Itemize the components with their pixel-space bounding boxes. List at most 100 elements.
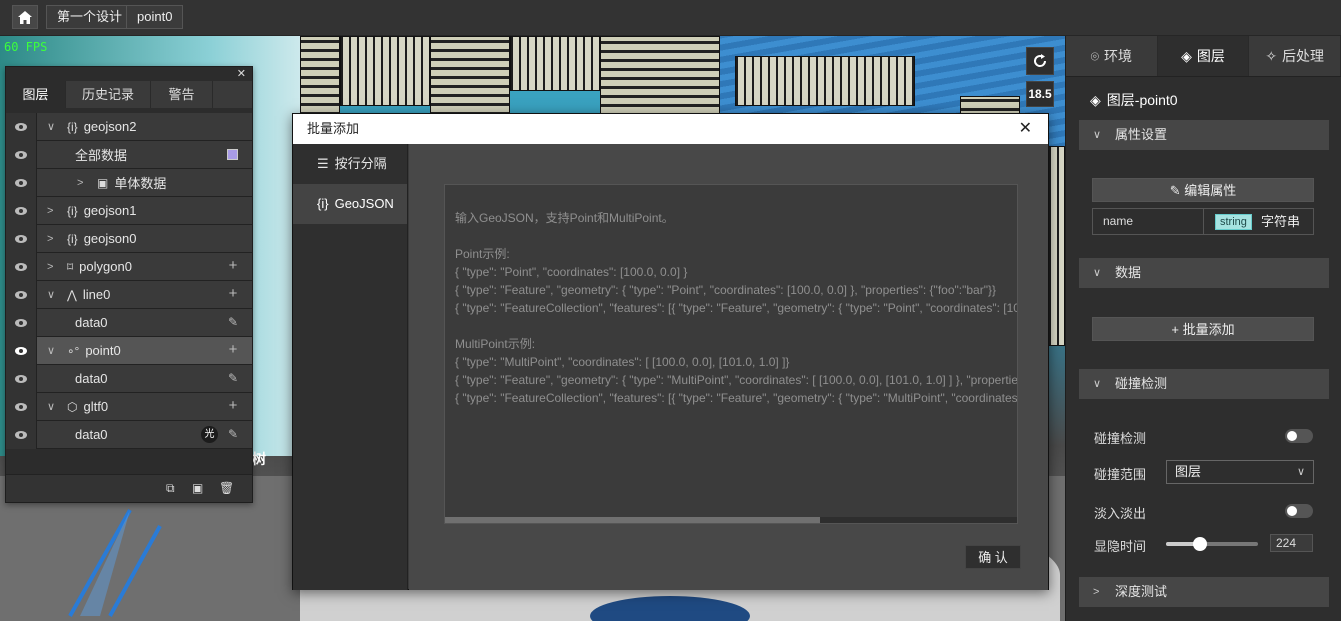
layer-row-polygon0[interactable]: > ⌑ polygon0 +	[6, 252, 252, 281]
tab-post-processing[interactable]: ✧ 后处理	[1249, 36, 1341, 76]
layer-label: data0	[75, 315, 108, 330]
layer-row-point0[interactable]: ∨ ∘° point0 +	[6, 336, 252, 365]
layer-row-point0-data0[interactable]: data0 ✎	[6, 364, 252, 393]
horizontal-scrollbar[interactable]	[445, 517, 1017, 523]
eye-icon[interactable]	[6, 196, 37, 225]
dialog-body: 输入GeoJSON，支持Point和MultiPoint。 Point示例: {…	[409, 144, 1048, 590]
eye-icon[interactable]	[6, 112, 37, 141]
color-swatch[interactable]	[227, 149, 238, 160]
layer-label: data0	[75, 427, 108, 442]
layer-label: geojson2	[83, 119, 137, 134]
layer-label: line0	[82, 287, 111, 302]
save-icon[interactable]: ▣	[192, 481, 203, 495]
fade-time-slider[interactable]	[1166, 537, 1258, 551]
button-label: 编辑属性	[1184, 183, 1237, 198]
chevron-right-icon[interactable]: >	[47, 205, 61, 217]
plus-icon: +	[1171, 322, 1179, 337]
tab-label: GeoJSON	[334, 196, 394, 211]
plus-icon[interactable]: +	[226, 286, 240, 301]
eye-icon[interactable]	[6, 336, 37, 365]
layer-label: geojson0	[83, 231, 137, 246]
reset-view-button[interactable]	[1026, 47, 1054, 75]
layer-row-geojson2[interactable]: ∨ {i} geojson2	[6, 112, 252, 141]
eye-icon[interactable]	[6, 224, 37, 253]
edit-attributes-button[interactable]: ✎ 编辑属性	[1092, 178, 1314, 202]
geojson-icon: {i}	[317, 196, 329, 211]
section-title: 数据	[1115, 265, 1142, 280]
fade-time-label: 显隐时间	[1094, 539, 1147, 554]
plus-icon[interactable]: +	[226, 258, 240, 273]
tab-label: 按行分隔	[334, 156, 387, 171]
trash-icon[interactable]: 🗑	[219, 481, 234, 495]
chevron-down-icon: ∨	[1093, 267, 1102, 279]
close-icon[interactable]: ✕	[237, 67, 246, 80]
fps-counter: 60 FPS	[4, 40, 48, 54]
fade-toggle[interactable]	[1285, 504, 1313, 518]
placeholder-line: { "type": "Feature", "geometry": { "type…	[455, 283, 996, 297]
light-badge[interactable]: 光	[201, 426, 218, 443]
tab-line-separated[interactable]: ☰ 按行分隔	[293, 144, 407, 184]
layer-row-line0[interactable]: ∨ ⋀ line0 +	[6, 280, 252, 309]
home-button[interactable]	[12, 5, 38, 29]
eye-icon[interactable]	[6, 280, 37, 309]
tab-environment[interactable]: ⌾ 环境	[1066, 36, 1158, 76]
section-attr-settings[interactable]: ∨ 属性设置	[1079, 120, 1329, 150]
plus-icon[interactable]: +	[226, 342, 240, 357]
eye-icon[interactable]	[6, 168, 37, 197]
line-icon: ⋀	[67, 287, 77, 302]
layer-row-geojson0[interactable]: > {i} geojson0	[6, 224, 252, 253]
layer-row-single-data[interactable]: > ▣ 单体数据	[6, 168, 252, 197]
edit-icon[interactable]: ✎	[226, 315, 240, 329]
layer-row-line0-data0[interactable]: data0 ✎	[6, 308, 252, 337]
eye-icon[interactable]	[6, 392, 37, 421]
tab-warnings[interactable]: 警告	[151, 81, 213, 108]
batch-add-button[interactable]: + 批量添加	[1092, 317, 1314, 341]
layer-row-all-data[interactable]: 全部数据	[6, 140, 252, 169]
section-depth-test[interactable]: > 深度测试	[1079, 577, 1329, 607]
confirm-button[interactable]: 确 认	[965, 545, 1021, 569]
slider-handle[interactable]	[1193, 537, 1208, 551]
chevron-down-icon[interactable]: ∨	[47, 400, 61, 413]
fade-time-input[interactable]: 224	[1270, 534, 1313, 552]
dialog-title: 批量添加	[307, 121, 360, 136]
plus-icon[interactable]: +	[226, 398, 240, 413]
eye-icon[interactable]	[6, 252, 37, 281]
geojson-textarea[interactable]: 输入GeoJSON，支持Point和MultiPoint。 Point示例: {…	[444, 184, 1018, 524]
collision-toggle[interactable]	[1285, 429, 1313, 443]
edit-icon[interactable]: ✎	[226, 371, 240, 385]
chevron-right-icon[interactable]: >	[77, 177, 91, 189]
chevron-right-icon[interactable]: >	[47, 261, 61, 273]
chevron-down-icon[interactable]: ∨	[47, 120, 61, 133]
section-title: 碰撞检测	[1115, 376, 1168, 391]
layers-panel-tabs: 图层 历史记录 警告	[6, 81, 252, 108]
breadcrumb-design[interactable]: 第一个设计	[46, 5, 134, 29]
tab-geojson[interactable]: {i} GeoJSON	[293, 184, 407, 224]
chevron-down-icon[interactable]: ∨	[47, 288, 61, 301]
eye-icon[interactable]	[6, 420, 37, 449]
breadcrumb-point0[interactable]: point0	[126, 5, 184, 29]
section-data[interactable]: ∨ 数据	[1079, 258, 1329, 288]
bulb-icon: ⌾	[1090, 47, 1100, 64]
layer-row-gltf0-data0[interactable]: data0 光 ✎	[6, 420, 252, 449]
chevron-right-icon[interactable]: >	[47, 233, 61, 245]
scrollbar-thumb[interactable]	[445, 517, 820, 523]
tab-history[interactable]: 历史记录	[66, 81, 151, 108]
chevron-right-icon: >	[1093, 586, 1100, 598]
close-icon[interactable]: ✕	[1019, 114, 1032, 144]
layer-row-gltf0[interactable]: ∨ ⬡ gltf0 +	[6, 392, 252, 421]
eye-icon[interactable]	[6, 140, 37, 169]
section-collision[interactable]: ∨ 碰撞检测	[1079, 369, 1329, 399]
layer-label: 单体数据	[114, 176, 167, 191]
top-bar: 第一个设计 point0	[0, 0, 1341, 36]
tab-layers[interactable]: ◈ 图层	[1157, 36, 1250, 76]
chevron-down-icon[interactable]: ∨	[47, 344, 61, 357]
copy-icon[interactable]: ⧉	[166, 481, 175, 496]
collision-range-select[interactable]: 图层 ∨	[1166, 460, 1314, 484]
eye-icon[interactable]	[6, 364, 37, 393]
attribute-row[interactable]: name string 字符串	[1092, 208, 1314, 235]
eye-icon[interactable]	[6, 308, 37, 337]
edit-icon[interactable]: ✎	[226, 427, 240, 441]
layer-row-geojson1[interactable]: > {i} geojson1	[6, 196, 252, 225]
tab-layers[interactable]: 图层	[6, 81, 66, 108]
attribute-name: name	[1103, 214, 1134, 228]
